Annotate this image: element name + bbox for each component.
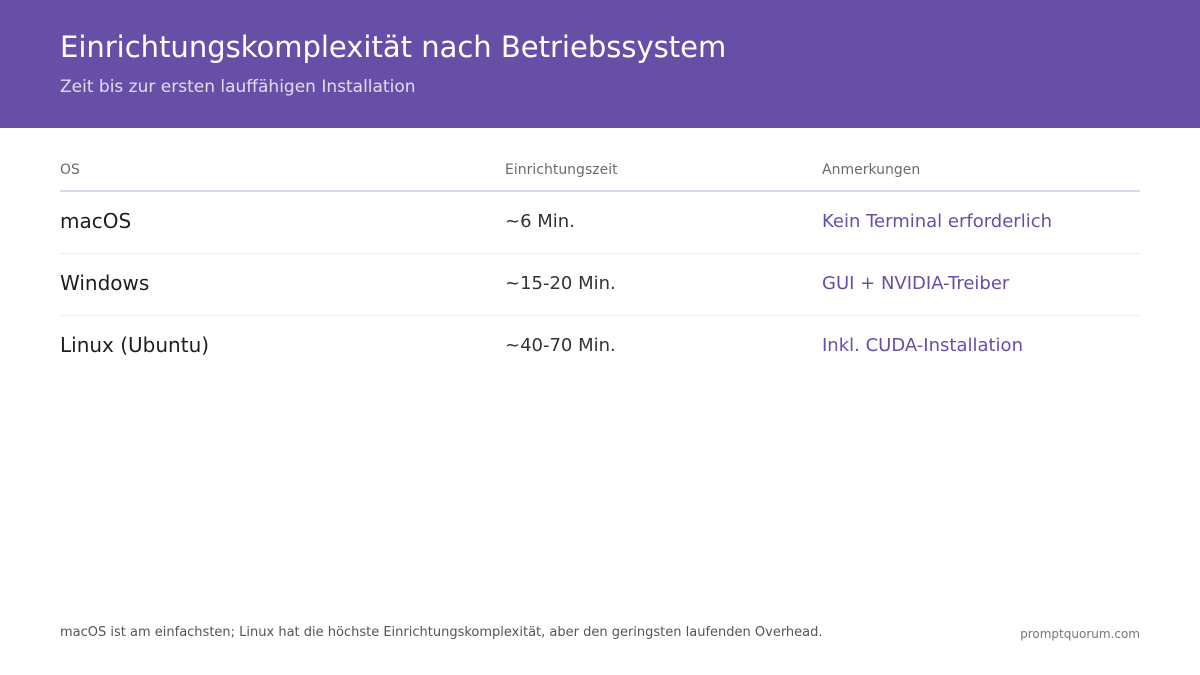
setup-time-cell: ~40-70 Min. — [505, 335, 616, 356]
comparison-table: OS Einrichtungszeit Anmerkungen macOS ~6… — [60, 156, 1140, 377]
column-header-notes: Anmerkungen — [822, 162, 921, 178]
os-cell: Linux (Ubuntu) — [60, 333, 210, 357]
os-cell: Windows — [60, 271, 150, 295]
page-title: Einrichtungskomplexität nach Betriebssys… — [60, 30, 727, 64]
footer-note: macOS ist am einfachsten; Linux hat die … — [60, 625, 823, 640]
setup-time-cell: ~15-20 Min. — [505, 273, 616, 294]
table-row: Linux (Ubuntu) ~40-70 Min. Inkl. CUDA-In… — [60, 316, 1140, 377]
table-row: macOS ~6 Min. Kein Terminal erforderlich — [60, 192, 1140, 254]
note-cell: GUI + NVIDIA-Treiber — [822, 273, 1010, 294]
page-subtitle: Zeit bis zur ersten lauffähigen Installa… — [60, 77, 416, 97]
os-cell: macOS — [60, 209, 132, 233]
footer-site: promptquorum.com — [1020, 627, 1140, 641]
setup-time-cell: ~6 Min. — [505, 211, 575, 232]
note-cell: Kein Terminal erforderlich — [822, 211, 1053, 232]
column-header-os: OS — [60, 162, 80, 178]
table-header: OS Einrichtungszeit Anmerkungen — [60, 156, 1140, 192]
note-cell: Inkl. CUDA-Installation — [822, 335, 1023, 356]
header-banner: Einrichtungskomplexität nach Betriebssys… — [0, 0, 1200, 128]
column-header-setup-time: Einrichtungszeit — [505, 162, 618, 178]
table-row: Windows ~15-20 Min. GUI + NVIDIA-Treiber — [60, 254, 1140, 316]
